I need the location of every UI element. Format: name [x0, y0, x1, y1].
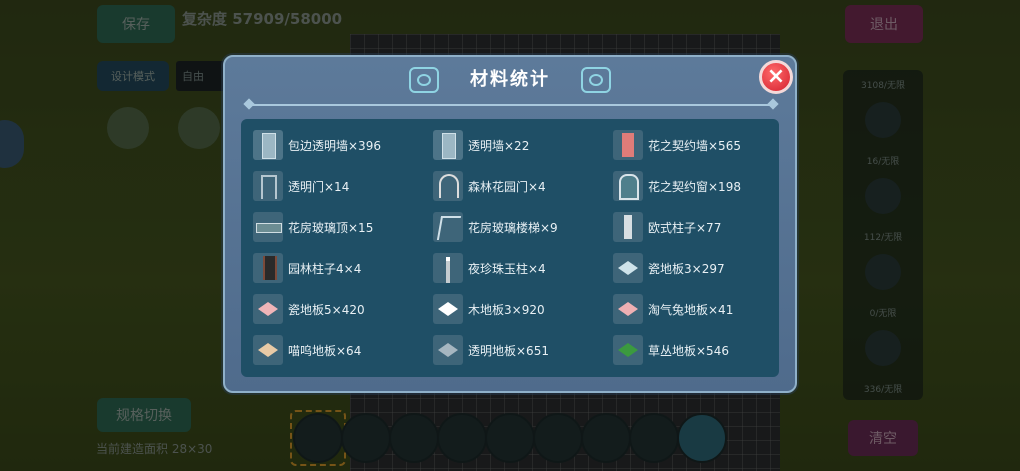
list-item: 夜珍珠玉柱×4 [433, 252, 613, 284]
material-stats-dialog: 材料统计 × 包边透明墙×396 透明墙×22 花之契约墙×565 透明门×14… [223, 55, 797, 393]
tile-floor-icon [613, 253, 643, 283]
list-item: 透明门×14 [253, 170, 433, 202]
item-label: 淘气兔地板×41 [648, 302, 734, 317]
list-item: 喵呜地板×64 [253, 334, 433, 366]
item-label: 花房玻璃楼梯×9 [468, 220, 558, 235]
item-label: 花之契约墙×565 [648, 138, 741, 153]
transparent-door-icon [253, 171, 283, 201]
list-item: 花房玻璃顶×15 [253, 211, 433, 243]
item-label: 欧式柱子×77 [648, 220, 722, 235]
close-button[interactable]: × [759, 60, 793, 94]
pearl-pillar-icon [433, 253, 463, 283]
close-icon: × [766, 64, 786, 89]
glass-roof-icon [253, 212, 283, 242]
item-label: 瓷地板5×420 [288, 302, 365, 317]
grass-floor-icon [613, 335, 643, 365]
title-divider [247, 104, 773, 106]
transparent-wall-edge-icon [253, 130, 283, 160]
item-label: 森林花园门×4 [468, 179, 546, 194]
item-label: 透明墙×22 [468, 138, 530, 153]
list-item: 透明地板×651 [433, 334, 613, 366]
item-label: 花之契约窗×198 [648, 179, 741, 194]
item-label: 夜珍珠玉柱×4 [468, 261, 546, 276]
list-item: 欧式柱子×77 [613, 211, 793, 243]
item-label: 瓷地板3×297 [648, 261, 725, 276]
meow-floor-icon [253, 335, 283, 365]
item-label: 喵呜地板×64 [288, 343, 362, 358]
item-label: 包边透明墙×396 [288, 138, 381, 153]
divider-ornament [767, 98, 779, 110]
list-item: 森林花园门×4 [433, 170, 613, 202]
list-item: 木地板3×920 [433, 293, 613, 325]
item-label: 透明地板×651 [468, 343, 549, 358]
tile-floor-pink-icon [253, 294, 283, 324]
forest-garden-door-icon [433, 171, 463, 201]
ornament-right-icon [581, 67, 611, 93]
item-label: 透明门×14 [288, 179, 350, 194]
rabbit-floor-icon [613, 294, 643, 324]
item-label: 园林柱子4×4 [288, 261, 362, 276]
list-item: 花之契约窗×198 [613, 170, 793, 202]
flower-wall-icon [613, 130, 643, 160]
item-label: 花房玻璃顶×15 [288, 220, 374, 235]
glass-stair-icon [433, 212, 463, 242]
list-item: 透明墙×22 [433, 129, 613, 161]
item-label: 草丛地板×546 [648, 343, 729, 358]
list-item: 花房玻璃楼梯×9 [433, 211, 613, 243]
list-item: 草丛地板×546 [613, 334, 793, 366]
list-item: 包边透明墙×396 [253, 129, 433, 161]
list-item: 淘气兔地板×41 [613, 293, 793, 325]
list-item: 花之契约墙×565 [613, 129, 793, 161]
wood-floor-icon [433, 294, 463, 324]
flower-window-icon [613, 171, 643, 201]
list-item: 园林柱子4×4 [253, 252, 433, 284]
transparent-floor-icon [433, 335, 463, 365]
transparent-wall-icon [433, 130, 463, 160]
garden-pillar-icon [253, 253, 283, 283]
list-item: 瓷地板5×420 [253, 293, 433, 325]
item-label: 木地板3×920 [468, 302, 545, 317]
material-list: 包边透明墙×396 透明墙×22 花之契约墙×565 透明门×14 森林花园门×… [241, 119, 779, 377]
list-item: 瓷地板3×297 [613, 252, 793, 284]
european-pillar-icon [613, 212, 643, 242]
dialog-header: 材料统计 [405, 63, 615, 93]
